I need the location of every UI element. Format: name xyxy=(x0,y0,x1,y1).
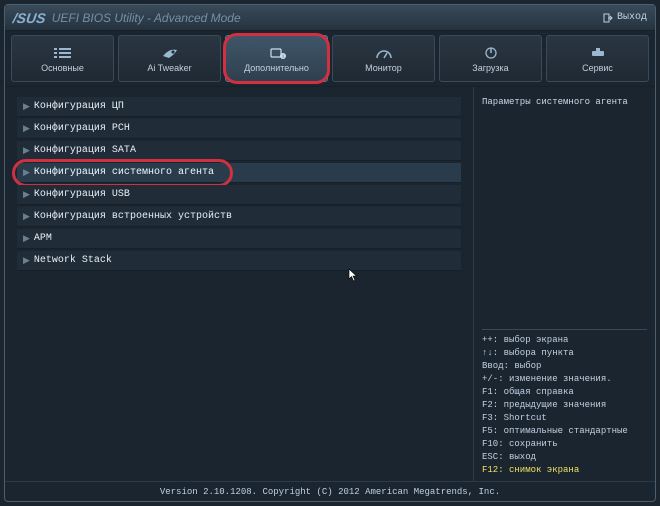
tab-label: Дополнительно xyxy=(244,63,309,73)
menu-item-cpu[interactable]: ▶ Конфигурация ЦП xyxy=(17,97,461,117)
menu-label: Конфигурация SATA xyxy=(34,145,136,156)
chevron-right-icon: ▶ xyxy=(23,123,30,134)
tab-label: Сервис xyxy=(582,63,613,73)
tab-main[interactable]: Основные xyxy=(11,35,114,82)
svg-text:i: i xyxy=(282,54,283,60)
key-line: Ввод: выбор xyxy=(482,360,647,373)
key-line: F10: сохранить xyxy=(482,438,647,451)
menu-item-pch[interactable]: ▶ Конфигурация PCH xyxy=(17,119,461,139)
tab-label: Загрузка xyxy=(472,63,508,73)
key-line: F2: предыдущие значения xyxy=(482,399,647,412)
tab-label: Ai Tweaker xyxy=(147,63,191,73)
tools-icon xyxy=(587,45,609,61)
chevron-right-icon: ▶ xyxy=(23,167,30,178)
tab-aitweaker[interactable]: Ai Tweaker xyxy=(118,35,221,82)
bios-window: /SUS UEFI BIOS Utility - Advanced Mode В… xyxy=(4,4,656,502)
menu-label: Конфигурация системного агента xyxy=(34,167,214,178)
tab-advanced[interactable]: i Дополнительно xyxy=(225,35,328,82)
menu-label: Конфигурация USB xyxy=(34,189,130,200)
menu-panel: ▶ Конфигурация ЦП ▶ Конфигурация PCH ▶ К… xyxy=(5,87,473,481)
menu-item-network-stack[interactable]: ▶ Network Stack xyxy=(17,251,461,271)
info-panel: Параметры системного агента ++: выбор эк… xyxy=(473,87,655,481)
tab-boot[interactable]: Загрузка xyxy=(439,35,542,82)
divider xyxy=(482,329,647,330)
menu-item-apm[interactable]: ▶ APM xyxy=(17,229,461,249)
key-line: ++: выбор экрана xyxy=(482,334,647,347)
menu-item-onboard[interactable]: ▶ Конфигурация встроенных устройств xyxy=(17,207,461,227)
key-help: ++: выбор экрана ↑↓: выбора пункта Ввод:… xyxy=(482,334,647,477)
chevron-right-icon: ▶ xyxy=(23,145,30,156)
key-line: +/-: изменение значения. xyxy=(482,373,647,386)
gauge-icon xyxy=(373,45,395,61)
version-text: Version 2.10.1208. Copyright (C) 2012 Am… xyxy=(160,487,500,497)
tab-monitor[interactable]: Монитор xyxy=(332,35,435,82)
key-line: ESC: выход xyxy=(482,451,647,464)
menu-item-usb[interactable]: ▶ Конфигурация USB xyxy=(17,185,461,205)
exit-label: Выход xyxy=(617,12,647,23)
body: ▶ Конфигурация ЦП ▶ Конфигурация PCH ▶ К… xyxy=(5,87,655,481)
menu-label: Network Stack xyxy=(34,255,112,266)
menu-item-sata[interactable]: ▶ Конфигурация SATA xyxy=(17,141,461,161)
window-title: UEFI BIOS Utility - Advanced Mode xyxy=(52,11,241,25)
key-line: F1: общая справка xyxy=(482,386,647,399)
menu-label: Конфигурация ЦП xyxy=(34,101,124,112)
menu-item-system-agent[interactable]: ▶ Конфигурация системного агента xyxy=(17,163,461,183)
asus-logo: /SUS xyxy=(12,10,47,26)
chevron-right-icon: ▶ xyxy=(23,211,30,222)
key-line: F5: оптимальные стандартные xyxy=(482,425,647,438)
key-line-hot: F12: снимок экрана xyxy=(482,464,647,477)
chevron-right-icon: ▶ xyxy=(23,255,30,266)
menu-label: APM xyxy=(34,233,52,244)
tab-service[interactable]: Сервис xyxy=(546,35,649,82)
list-icon xyxy=(52,45,74,61)
chevron-right-icon: ▶ xyxy=(23,101,30,112)
key-line: F3: Shortcut xyxy=(482,412,647,425)
exit-button[interactable]: Выход xyxy=(603,12,647,23)
chevron-right-icon: ▶ xyxy=(23,233,30,244)
chevron-right-icon: ▶ xyxy=(23,189,30,200)
chip-icon: i xyxy=(266,45,288,61)
key-line: ↑↓: выбора пункта xyxy=(482,347,647,360)
description-area: Параметры системного агента xyxy=(482,97,647,325)
tab-label: Основные xyxy=(41,63,84,73)
exit-icon xyxy=(603,13,613,23)
footer: Version 2.10.1208. Copyright (C) 2012 Am… xyxy=(5,481,655,501)
title-bar: /SUS UEFI BIOS Utility - Advanced Mode В… xyxy=(5,5,655,31)
rocket-icon xyxy=(159,45,181,61)
menu-label: Конфигурация встроенных устройств xyxy=(34,211,232,222)
description-text: Параметры системного агента xyxy=(482,97,647,107)
tab-bar: Основные Ai Tweaker i Дополнительно Мони… xyxy=(5,31,655,87)
power-icon xyxy=(480,45,502,61)
menu-label: Конфигурация PCH xyxy=(34,123,130,134)
tab-label: Монитор xyxy=(365,63,402,73)
